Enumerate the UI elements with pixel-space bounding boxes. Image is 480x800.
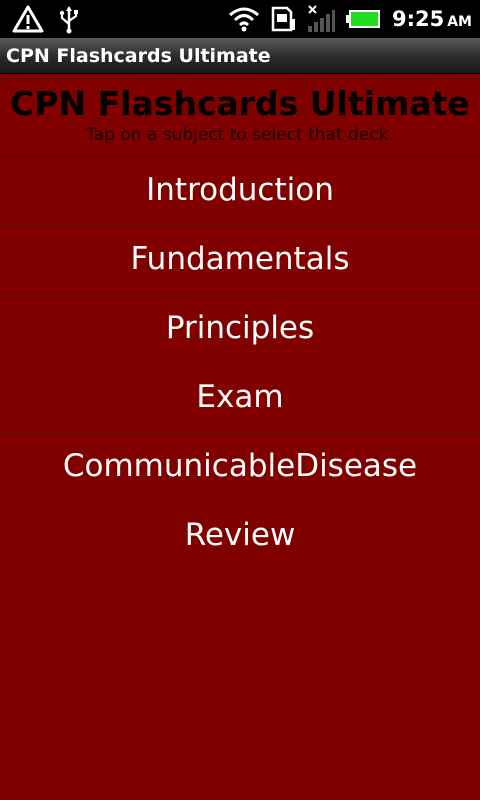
deck-item-introduction[interactable]: Introduction — [0, 157, 480, 226]
page-subtitle: Tap on a subject to select that deck. — [86, 125, 394, 145]
deck-list: Introduction Fundamentals Principles Exa… — [0, 157, 480, 571]
main-content: CPN Flashcards Ultimate Tap on a subject… — [0, 75, 480, 800]
system-icons: 9:25 AM — [228, 0, 472, 38]
window-title-bar: CPN Flashcards Ultimate — [0, 38, 480, 74]
warning-icon — [12, 4, 44, 34]
deck-item-communicable-disease[interactable]: CommunicableDisease — [0, 433, 480, 502]
usb-icon — [58, 4, 80, 34]
deck-item-exam[interactable]: Exam — [0, 364, 480, 433]
sd-card-icon — [270, 5, 296, 33]
wifi-icon — [228, 6, 260, 32]
page-title: CPN Flashcards Ultimate — [10, 84, 470, 123]
signal-icon — [306, 4, 336, 34]
notification-icons — [12, 4, 80, 34]
clock: 9:25 AM — [391, 7, 472, 31]
app-header: CPN Flashcards Ultimate Tap on a subject… — [0, 75, 480, 157]
window-title: CPN Flashcards Ultimate — [6, 45, 271, 67]
deck-item-fundamentals[interactable]: Fundamentals — [0, 226, 480, 295]
battery-icon — [345, 8, 382, 30]
deck-item-review[interactable]: Review — [0, 502, 480, 571]
status-bar: 9:25 AM — [0, 0, 480, 38]
deck-item-principles[interactable]: Principles — [0, 295, 480, 364]
